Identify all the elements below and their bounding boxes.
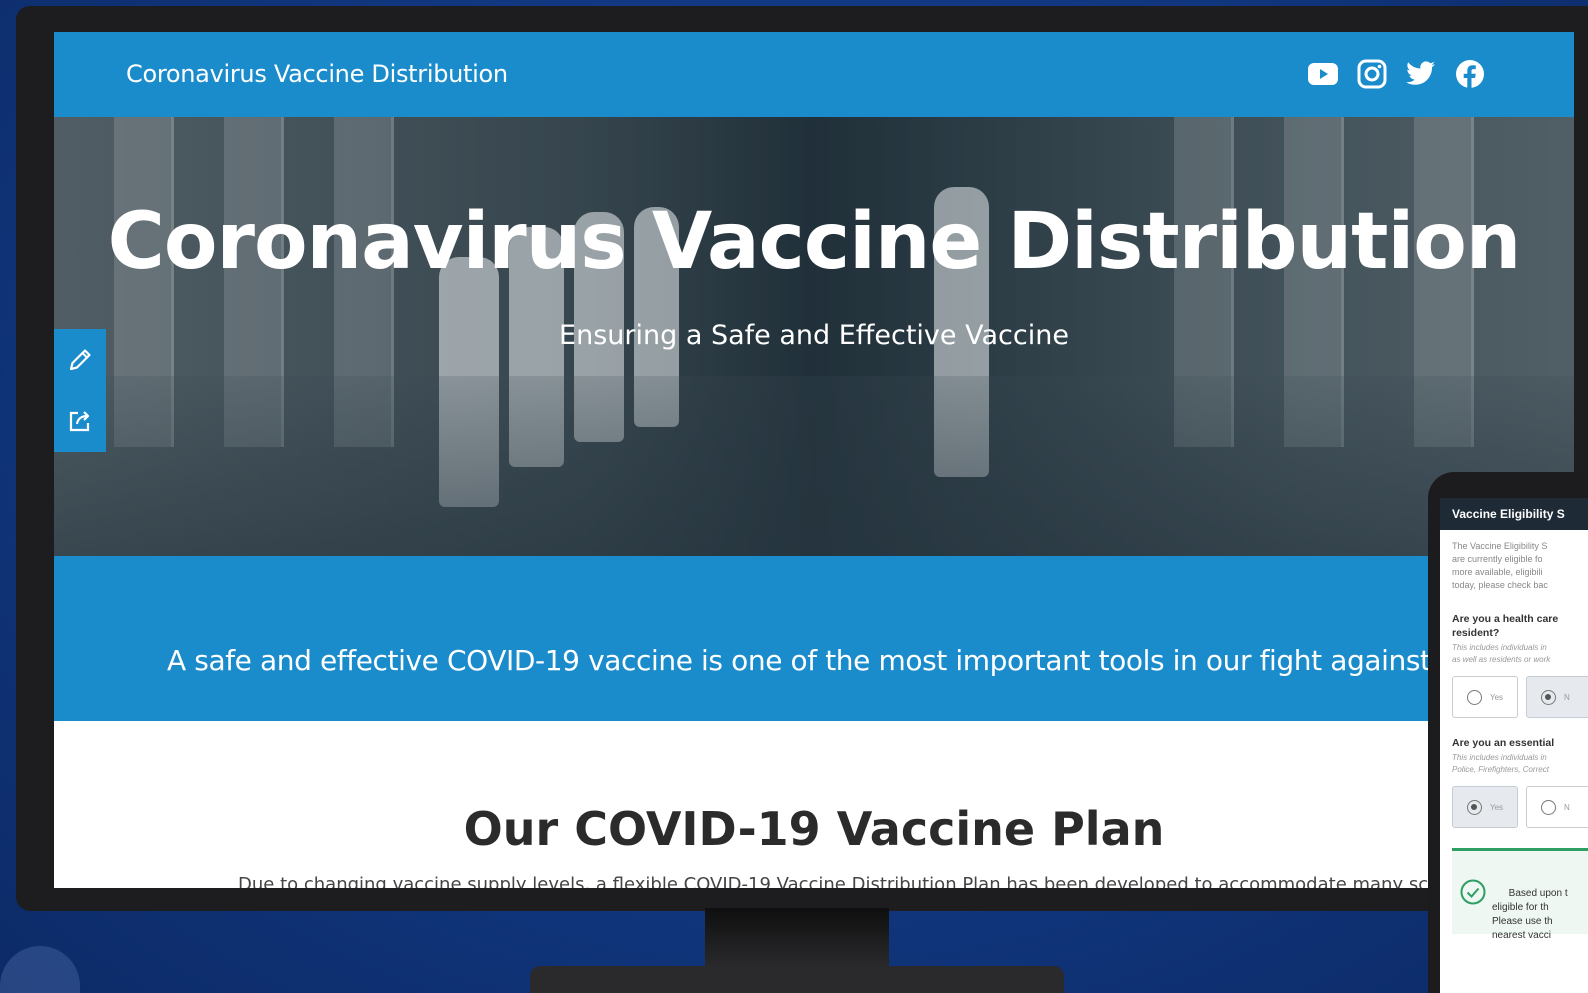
plan-description: Due to changing vaccine supply levels, a… — [238, 874, 1495, 888]
radio-unselected-icon — [1467, 689, 1482, 705]
essential-worker-options: Yes N — [1440, 776, 1588, 828]
radio-selected-icon — [1467, 799, 1482, 815]
share-icon[interactable] — [65, 406, 95, 436]
option-no[interactable]: N — [1526, 676, 1588, 718]
website-screen: Coronavirus Vaccine Distribution Coronav… — [54, 32, 1574, 888]
twitter-icon[interactable] — [1405, 57, 1437, 91]
health-care-options: Yes N — [1440, 666, 1588, 718]
tablet-device: Vaccine Eligibility S The Vaccine Eligib… — [1428, 472, 1588, 993]
question-essential-worker: Are you an essential — [1452, 737, 1555, 749]
eligibility-intro-text: The Vaccine Eligibility S are currently … — [1452, 541, 1548, 590]
site-title[interactable]: Coronavirus Vaccine Distribution — [126, 60, 508, 88]
question-health-care: Are you a health care resident? — [1452, 613, 1559, 639]
facebook-icon[interactable] — [1454, 57, 1486, 91]
hero-background-floor — [54, 376, 1574, 556]
plan-heading: Our COVID-19 Vaccine Plan — [463, 802, 1165, 856]
hero-section: Coronavirus Vaccine Distribution Ensurin… — [54, 117, 1574, 556]
banner-text: A safe and effective COVID-19 vaccine is… — [167, 644, 1574, 677]
option-no-label: N — [1564, 692, 1570, 702]
check-circle-icon — [1460, 879, 1486, 905]
eligibility-app-screen: Vaccine Eligibility S The Vaccine Eligib… — [1440, 498, 1588, 993]
instagram-icon[interactable] — [1356, 57, 1388, 91]
option-yes-label: Yes — [1490, 692, 1504, 702]
side-tool-strip — [54, 329, 106, 452]
option-no[interactable]: N — [1526, 786, 1588, 828]
eligibility-result: Based upon t eligible for th Please use … — [1452, 848, 1588, 941]
monitor-stand-neck — [705, 908, 889, 970]
site-header: Coronavirus Vaccine Distribution — [54, 32, 1574, 117]
eligibility-result-text: Based upon t eligible for th Please use … — [1492, 888, 1568, 941]
monitor-frame: Coronavirus Vaccine Distribution Coronav… — [16, 6, 1588, 911]
option-no-label: N — [1564, 802, 1570, 812]
hero-title: Coronavirus Vaccine Distribution — [107, 197, 1522, 287]
option-yes[interactable]: Yes — [1452, 786, 1518, 828]
hero-subtitle: Ensuring a Safe and Effective Vaccine — [559, 320, 1069, 351]
pencil-icon[interactable] — [65, 345, 95, 375]
question-essential-worker-note: This includes individuals in Police, Fir… — [1452, 753, 1549, 774]
option-yes-label: Yes — [1490, 802, 1504, 812]
monitor-stand-base — [530, 966, 1064, 993]
youtube-icon[interactable] — [1307, 57, 1339, 91]
mission-banner: A safe and effective COVID-19 vaccine is… — [54, 556, 1574, 721]
social-links — [1307, 57, 1486, 91]
watermark-shape — [0, 946, 80, 993]
radio-selected-icon — [1541, 689, 1556, 705]
eligibility-app-header: Vaccine Eligibility S — [1440, 498, 1588, 530]
question-health-care-note: This includes individuals in as well as … — [1452, 643, 1551, 664]
option-yes[interactable]: Yes — [1452, 676, 1518, 718]
radio-unselected-icon — [1541, 799, 1556, 815]
